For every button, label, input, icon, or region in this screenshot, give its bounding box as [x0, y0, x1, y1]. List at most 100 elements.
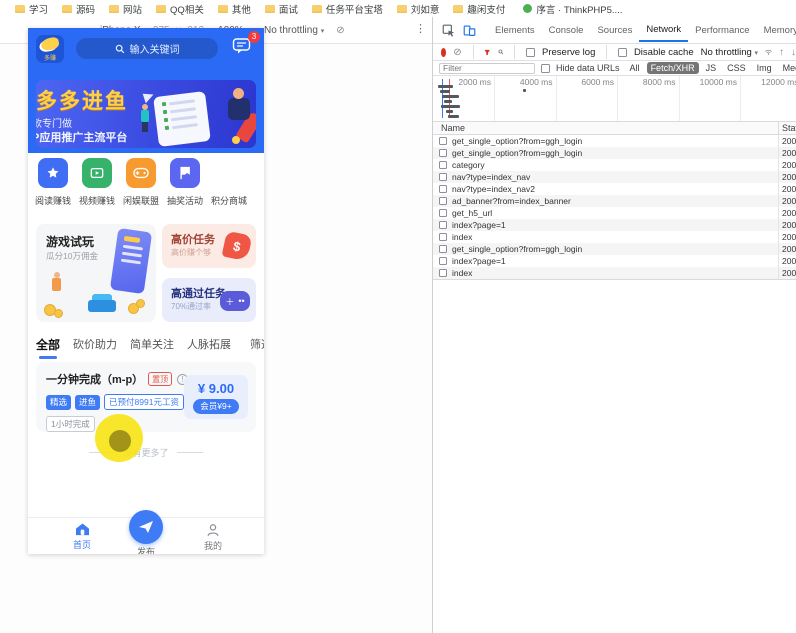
folder-icon — [396, 4, 407, 13]
quick-nav-item[interactable]: 阅读赚钱 — [31, 158, 75, 218]
task-list-item[interactable]: 一分钟完成（m-p） 置顶 ! 精选 进鱼 已预付8991元工资 1小时完成 ¥ 9… — [36, 362, 256, 432]
throttling-select[interactable]: No throttling ▾ — [264, 25, 324, 36]
bookmark-item[interactable]: 学习 — [8, 2, 55, 16]
record-button[interactable] — [441, 47, 447, 57]
filter-button[interactable]: 筛选 — [250, 336, 264, 352]
table-row[interactable]: nav?type=index_nav 200 — [433, 171, 796, 183]
export-har-button[interactable]: ↓ — [791, 47, 796, 58]
filter-pill[interactable]: Img — [753, 62, 776, 74]
tab-mine[interactable]: 我的 — [183, 523, 243, 552]
pinned-badge: 置顶 — [148, 372, 173, 386]
star-icon — [38, 158, 68, 188]
status-column-header[interactable]: Status — [778, 122, 796, 134]
bookmark-item[interactable]: QQ相关 — [149, 2, 211, 16]
bookmark-item[interactable]: 任务平台宝塔 — [305, 2, 390, 16]
search-icon[interactable] — [498, 47, 504, 57]
row-checkbox[interactable] — [439, 209, 447, 217]
table-row[interactable]: ad_banner?from=index_banner 200 — [433, 195, 796, 207]
quick-nav-item[interactable]: 闲娱联盟 — [119, 158, 163, 218]
table-row[interactable]: get_single_option?from=ggh_login 200 — [433, 243, 796, 255]
preserve-log-checkbox[interactable] — [526, 47, 536, 57]
bookmark-item[interactable]: 刘如意 — [390, 2, 447, 16]
row-checkbox[interactable] — [439, 197, 447, 205]
filter-pill[interactable]: CSS — [723, 62, 750, 74]
missing-icon — [214, 158, 244, 188]
devtools-panel: Elements Console Sources Network Performance… — [432, 17, 796, 633]
row-checkbox[interactable] — [439, 185, 447, 193]
device-toolbar-toggle-button[interactable] — [463, 24, 476, 37]
filter-pill[interactable]: Fetch/XHR — [646, 62, 699, 74]
app-logo[interactable]: 多赚 — [36, 35, 64, 63]
table-row[interactable]: index?page=1 200 — [433, 219, 796, 231]
row-checkbox[interactable] — [439, 233, 447, 241]
row-checkbox[interactable] — [439, 161, 447, 169]
bookmark-item[interactable]: 网站 — [102, 2, 149, 16]
category-tab[interactable]: 人脉拓展 — [187, 336, 231, 352]
category-tab[interactable]: 全部 — [36, 336, 60, 353]
filter-funnel-icon[interactable] — [484, 47, 491, 58]
devtools-tab-performance[interactable]: Performance — [688, 19, 756, 41]
bookmark-item[interactable]: 其他 — [211, 2, 258, 16]
row-checkbox[interactable] — [439, 257, 447, 265]
table-row[interactable]: index 200 — [433, 231, 796, 243]
table-row[interactable]: nav?type=index_nav2 200 — [433, 183, 796, 195]
request-filter-input[interactable] — [439, 62, 535, 74]
clear-button[interactable]: ⊘ — [453, 47, 461, 58]
import-har-button[interactable]: ↑ — [779, 47, 784, 58]
tab-home[interactable]: 首页 — [52, 523, 112, 551]
quick-nav-item[interactable]: 积分商城 — [207, 158, 251, 218]
row-checkbox[interactable] — [439, 149, 447, 157]
table-row[interactable]: category 200 — [433, 159, 796, 171]
high-pass-task-card[interactable]: 高通过任务 70%通过率 ＋ •• — [162, 278, 256, 322]
high-price-task-card[interactable]: 高价任务 高价赚个够 $ — [162, 224, 256, 268]
bookmark-label: 趣闲支付 — [467, 4, 506, 16]
devtools-tab-sources[interactable]: Sources — [590, 19, 639, 41]
table-row[interactable]: get_single_option?from=ggh_login 200 — [433, 147, 796, 159]
row-checkbox[interactable] — [439, 221, 447, 229]
bookmark-item-thinkphp[interactable]: 序言 · ThinkPHP5.... — [516, 2, 629, 16]
hide-data-urls-checkbox[interactable] — [541, 63, 550, 73]
bookmark-item[interactable]: 趣闲支付 — [446, 2, 512, 16]
table-row[interactable]: get_single_option?from=ggh_login 200 — [433, 135, 796, 147]
name-column-header[interactable]: Name — [441, 123, 465, 133]
quick-nav-item[interactable]: 抽奖活动 — [163, 158, 207, 218]
devtools-tab-network[interactable]: Network — [639, 18, 689, 42]
network-conditions-icon[interactable] — [765, 47, 772, 57]
more-options-button[interactable]: ⋮ — [415, 22, 426, 35]
timeline-tick: 8000 ms — [610, 76, 680, 121]
devtools-tab-elements[interactable]: Elements — [488, 19, 542, 41]
bookmark-list: 学习 源码 网站 QQ相关 其他 面试 任务平台宝塔 刘如意 趣闲支付 — [8, 2, 512, 16]
devtools-tab-console[interactable]: Console — [542, 19, 591, 41]
table-row[interactable]: index?page=1 200 — [433, 255, 796, 267]
quick-nav-item[interactable]: 视频赚钱 — [75, 158, 119, 218]
search-input[interactable]: 输入关键词 — [76, 38, 218, 59]
network-overview-timeline[interactable]: 2000 ms 4000 ms 6000 ms 8000 ms 10000 ms 1200… — [433, 76, 796, 122]
row-checkbox[interactable] — [439, 173, 447, 181]
task-price: ¥ 9.00 — [197, 380, 235, 396]
filter-pill[interactable]: Media — [779, 62, 796, 74]
bookmark-item[interactable]: 面试 — [258, 2, 305, 16]
filter-pill[interactable]: JS — [702, 62, 721, 74]
row-checkbox[interactable] — [439, 137, 447, 145]
inspect-element-button[interactable] — [442, 24, 455, 37]
row-checkbox[interactable] — [439, 245, 447, 253]
filter-pill[interactable]: All — [626, 62, 644, 74]
row-checkbox[interactable] — [439, 269, 447, 277]
request-name: ad_banner?from=index_banner — [452, 196, 571, 206]
publish-button[interactable] — [129, 510, 163, 544]
banner-carousel[interactable]: 多多进鱼 款专门做 P应用推广主流平台 — [36, 80, 256, 148]
disable-cache-checkbox[interactable] — [617, 47, 627, 57]
chevron-down-icon: ▾ — [320, 27, 325, 35]
member-price-button[interactable]: 会员¥9+ — [193, 398, 239, 414]
bookmark-label: 面试 — [278, 4, 298, 16]
messages-button[interactable]: 3 — [232, 31, 260, 57]
table-row[interactable]: get_h5_url 200 — [433, 207, 796, 219]
network-throttling-select[interactable]: No throttling ▾ — [701, 47, 758, 58]
game-trial-card[interactable]: 游戏试玩 瓜分10万佣金 — [36, 224, 156, 322]
bookmark-item[interactable]: 源码 — [55, 2, 102, 16]
table-row[interactable]: index 200 — [433, 267, 796, 279]
category-tab[interactable]: 简单关注 — [130, 336, 174, 352]
devtools-tab-memory[interactable]: Memory — [757, 19, 796, 41]
request-name: index — [452, 232, 473, 242]
category-tab[interactable]: 砍价助力 — [73, 336, 117, 352]
